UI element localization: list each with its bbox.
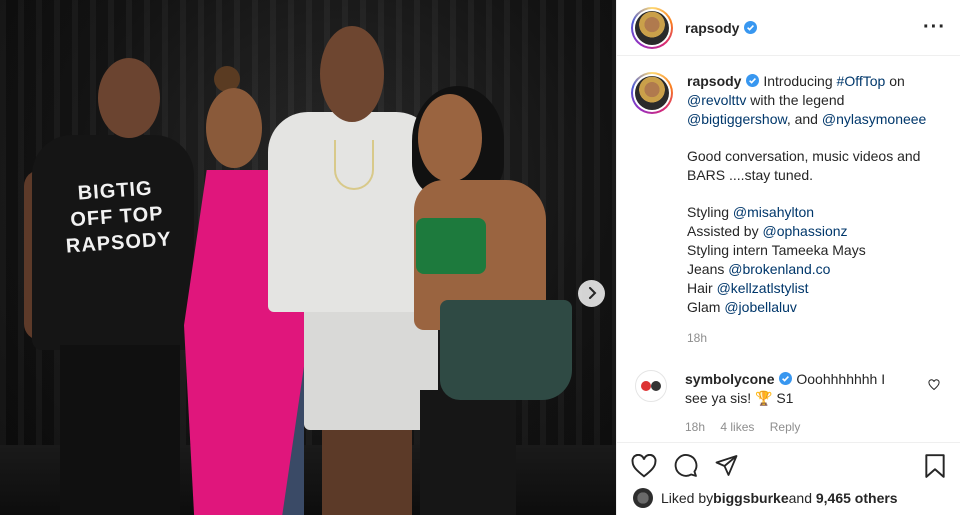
likes-prefix: Liked by xyxy=(661,490,714,506)
credit-label: Hair xyxy=(687,280,717,296)
caption: rapsody Introducing #OffTop on @revolttv… xyxy=(631,72,944,348)
shirt-print: BIGTIG OFF TOP RAPSODY xyxy=(59,174,174,259)
mention-revolttv[interactable]: @revolttv xyxy=(687,92,746,108)
likes-summary: Liked by biggsburke and 9,465 others xyxy=(633,488,898,508)
caption-intro: Introducing xyxy=(759,73,837,89)
credit-line-4: Jeans @brokenland.co xyxy=(687,260,933,279)
credit-label: Styling xyxy=(687,204,733,220)
commenter-avatar[interactable] xyxy=(635,370,667,402)
mention-ophassionz[interactable]: @ophassionz xyxy=(762,223,847,239)
credit-line-3: Styling intern Tameeka Mays xyxy=(687,241,933,260)
verified-badge-icon xyxy=(779,372,793,385)
action-bar xyxy=(617,442,960,488)
credit-label: Styling intern Tameeka Mays xyxy=(687,242,866,258)
comment-likes[interactable]: 4 likes xyxy=(720,420,754,434)
comment-heart-icon[interactable] xyxy=(928,378,940,394)
post-side-panel: rapsody ··· rapsody Introducing #OffTop … xyxy=(616,0,960,515)
comment-item: symbolycone Ooohhhhhhh I see ya sis! 🏆 S… xyxy=(631,370,944,437)
credit-line-5: Hair @kellzatlstylist xyxy=(687,279,933,298)
mention-misahylton[interactable]: @misahylton xyxy=(733,204,814,220)
verified-badge-icon xyxy=(744,21,758,34)
caption-and: , and xyxy=(786,111,822,127)
mention-nylasymoneee[interactable]: @nylasymoneee xyxy=(822,111,927,127)
credit-line-6: Glam @jobellaluv xyxy=(687,298,933,317)
post-header: rapsody ··· xyxy=(617,0,960,56)
instagram-post: BIGTIG OFF TOP RAPSODY rapsody ··· rapso… xyxy=(0,0,960,515)
credit-label: Assisted by xyxy=(687,223,763,239)
comments-area[interactable]: rapsody Introducing #OffTop on @revolttv… xyxy=(617,56,960,442)
mention-kellzatlstylist[interactable]: @kellzatlstylist xyxy=(717,280,809,296)
verified-badge-icon xyxy=(746,74,760,87)
heart-icon[interactable] xyxy=(631,453,657,478)
caption-avatar[interactable] xyxy=(631,72,673,114)
likes-middle: and xyxy=(788,490,812,506)
credit-label: Jeans xyxy=(687,261,729,277)
credit-line-1: Styling @misahylton xyxy=(687,203,933,222)
caption-username[interactable]: rapsody xyxy=(687,73,741,89)
caption-paragraph-2: Good conversation, music videos and BARS… xyxy=(687,148,921,183)
next-photo-button[interactable] xyxy=(578,280,605,307)
credit-line-2: Assisted by @ophassionz xyxy=(687,222,933,241)
comment-icon[interactable] xyxy=(673,453,698,478)
caption-text: rapsody Introducing #OffTop on @revolttv… xyxy=(687,72,933,348)
post-photo[interactable]: BIGTIG OFF TOP RAPSODY xyxy=(0,0,616,515)
share-icon[interactable] xyxy=(714,454,739,478)
liker-avatar[interactable] xyxy=(633,488,653,508)
comment-meta: 18h 4 likes Reply xyxy=(685,418,907,437)
likes-count[interactable]: 9,465 others xyxy=(816,490,898,506)
liker-username[interactable]: biggsburke xyxy=(713,490,788,506)
author-username[interactable]: rapsody xyxy=(685,20,739,36)
hashtag-link[interactable]: #OffTop xyxy=(837,73,886,89)
author-avatar[interactable] xyxy=(631,6,673,49)
bookmark-icon[interactable] xyxy=(924,453,946,479)
mention-brokenland[interactable]: @brokenland.co xyxy=(728,261,830,277)
caption-on: on xyxy=(885,73,905,89)
mention-bigtiggershow[interactable]: @bigtiggershow xyxy=(687,111,787,127)
comment-text: symbolycone Ooohhhhhhh I see ya sis! 🏆 S… xyxy=(685,370,907,437)
comment-timestamp[interactable]: 18h xyxy=(685,420,705,434)
credit-label: Glam xyxy=(687,299,725,315)
caption-timestamp[interactable]: 18h xyxy=(687,329,933,348)
more-options-icon[interactable]: ··· xyxy=(923,16,946,39)
mention-jobellaluv[interactable]: @jobellaluv xyxy=(724,299,797,315)
commenter-username[interactable]: symbolycone xyxy=(685,371,774,387)
chevron-right-icon xyxy=(587,286,597,302)
comment-reply-button[interactable]: Reply xyxy=(770,420,801,434)
caption-with: with the legend xyxy=(746,92,845,108)
